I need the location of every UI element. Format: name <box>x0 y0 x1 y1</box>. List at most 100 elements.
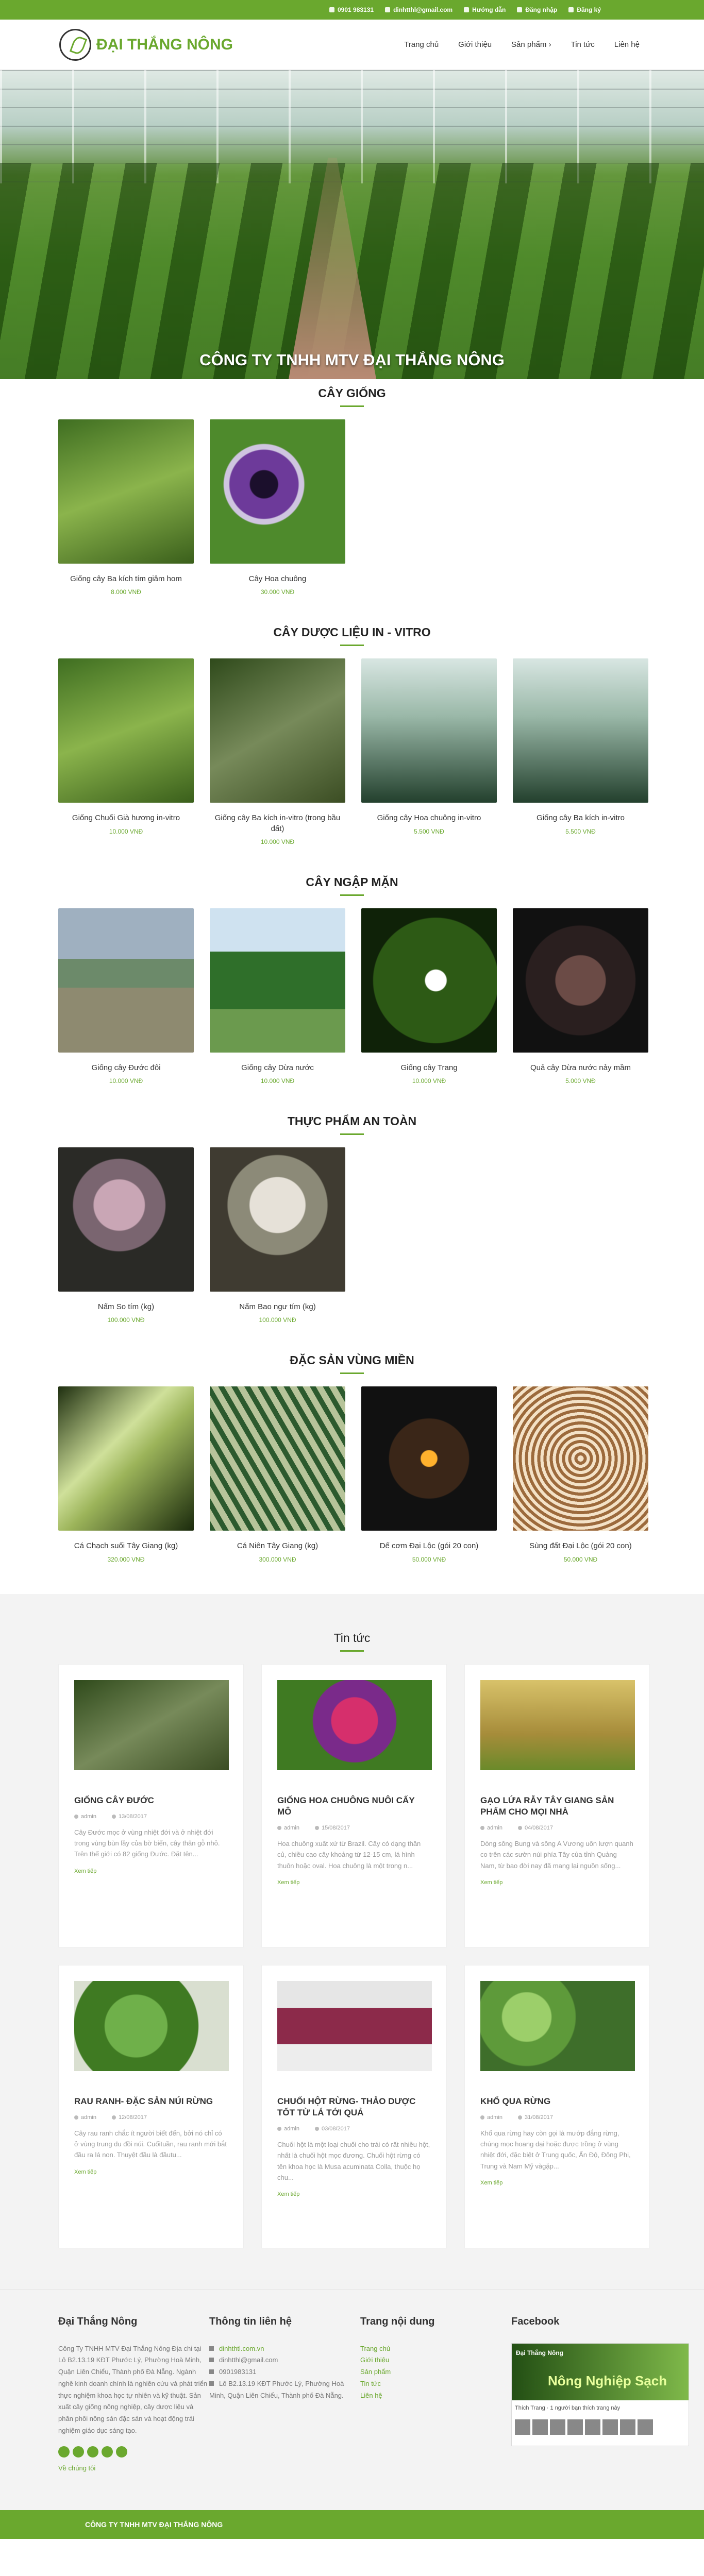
product-name[interactable]: Giống cây Đước đôi <box>58 1063 194 1073</box>
news-card[interactable]: KHỔ QUA RỪNG admin 31/08/2017 Khổ qua rừng … <box>464 1964 650 2248</box>
product-name[interactable]: Cá Niên Tây Giang (kg) <box>210 1541 345 1551</box>
product-image[interactable] <box>210 908 345 1053</box>
product-card[interactable]: Giống cây Đước đôi 10.000 VNĐ <box>58 908 194 1084</box>
product-name[interactable]: Nấm Bao ngư tím (kg) <box>210 1302 345 1312</box>
read-more-link[interactable]: Xem tiếp <box>480 2180 634 2186</box>
email-info[interactable]: dinhtthl@gmail.com <box>385 6 452 13</box>
news-title[interactable]: KHỔ QUA RỪNG <box>480 2096 634 2107</box>
product-card[interactable]: Cá Chạch suối Tây Giang (kg) 320.000 VNĐ <box>58 1386 194 1563</box>
product-card[interactable]: Sùng đất Đại Lộc (gói 20 con) 50.000 VNĐ <box>513 1386 648 1563</box>
product-card[interactable]: Cá Niên Tây Giang (kg) 300.000 VNĐ <box>210 1386 345 1563</box>
footer-link-contact[interactable]: Liên hệ <box>360 2390 511 2402</box>
news-title[interactable]: CHUỐI HỘT RỪNG- THẢO DƯỢC TỐT TỪ LÁ TỚI … <box>277 2096 431 2119</box>
news-title[interactable]: GẠO LỨA RẪY TÂY GIANG SẢN PHẨM CHO MỌI N… <box>480 1795 634 1818</box>
news-title[interactable]: GIỐNG CÂY ĐƯỚC <box>74 1795 228 1806</box>
news-card[interactable]: GIỐNG HOA CHUÔNG NUÔI CẤY MÔ admin 15/08/2… <box>261 1664 447 1947</box>
news-card[interactable]: RAU RANH- ĐẶC SẢN NÚI RỪNG admin 12/08/201… <box>58 1964 244 2248</box>
product-name[interactable]: Giống cây Hoa chuông in-vitro <box>361 813 497 823</box>
footer-link-about[interactable]: Giới thiệu <box>360 2354 511 2366</box>
product-name[interactable]: Dế cơm Đại Lộc (gói 20 con) <box>361 1541 497 1551</box>
product-image[interactable] <box>513 908 648 1053</box>
phone-info[interactable]: 0901 983131 <box>329 6 374 13</box>
nav-home[interactable]: Trang chủ <box>404 40 439 49</box>
product-card[interactable]: Giống cây Ba kích tím giâm hom 8.000 VNĐ <box>58 419 194 596</box>
product-image[interactable] <box>513 1386 648 1531</box>
read-more-link[interactable]: Xem tiếp <box>277 1879 431 1886</box>
product-card[interactable]: Nấm Bao ngư tím (kg) 100.000 VNĐ <box>210 1147 345 1324</box>
facebook-like[interactable]: Thích Trang · 1 người bạn thích trang nà… <box>512 2400 689 2416</box>
product-name[interactable]: Cá Chạch suối Tây Giang (kg) <box>58 1541 194 1551</box>
news-image[interactable] <box>277 1980 432 2071</box>
product-card[interactable]: Giống cây Ba kích in-vitro 5.500 VNĐ <box>513 658 648 845</box>
facebook-widget[interactable]: Đại Thắng Nông Nông Nghiệp Sạch Thích Tr… <box>511 2343 689 2446</box>
product-card[interactable]: Giống cây Hoa chuông in-vitro 5.500 VNĐ <box>361 658 497 845</box>
product-card[interactable]: Giống Chuối Già hương in-vitro 10.000 VNĐ <box>58 658 194 845</box>
news-image[interactable] <box>480 1980 635 2071</box>
read-more-link[interactable]: Xem tiếp <box>277 2191 431 2197</box>
product-name[interactable]: Quả cây Dừa nước nảy mầm <box>513 1063 648 1073</box>
footer-link-home[interactable]: Trang chủ <box>360 2343 511 2355</box>
like-button[interactable]: Thích Trang <box>515 2405 545 2411</box>
footer-link-news[interactable]: Tin tức <box>360 2378 511 2390</box>
nav-contact[interactable]: Liên hệ <box>614 40 640 49</box>
product-name[interactable]: Giống cây Ba kích in-vitro <box>513 813 648 823</box>
news-card[interactable]: GẠO LỨA RẪY TÂY GIANG SẢN PHẨM CHO MỌI N… <box>464 1664 650 1947</box>
news-title[interactable]: RAU RANH- ĐẶC SẢN NÚI RỪNG <box>74 2096 228 2107</box>
product-image[interactable] <box>210 419 345 564</box>
news-image[interactable] <box>74 1980 229 2071</box>
product-card[interactable]: Giống cây Trang 10.000 VNĐ <box>361 908 497 1084</box>
contact-phone[interactable]: 0901983131 <box>209 2366 360 2378</box>
nav-about[interactable]: Giới thiệu <box>458 40 492 49</box>
product-card[interactable]: Dế cơm Đại Lộc (gói 20 con) 50.000 VNĐ <box>361 1386 497 1563</box>
product-card[interactable]: Cây Hoa chuông 30.000 VNĐ <box>210 419 345 596</box>
product-name[interactable]: Giống cây Ba kích in-vitro (trong bầu đấ… <box>210 813 345 834</box>
register-link[interactable]: Đăng ký <box>568 6 601 13</box>
product-name[interactable]: Giống cây Dừa nước <box>210 1063 345 1073</box>
news-title[interactable]: GIỐNG HOA CHUÔNG NUÔI CẤY MÔ <box>277 1795 431 1818</box>
nav-products[interactable]: Sản phẩm › <box>511 40 551 49</box>
news-card[interactable]: GIỐNG CÂY ĐƯỚC admin 13/08/2017 Cây Đước mọ… <box>58 1664 244 1947</box>
news-image[interactable] <box>277 1680 432 1770</box>
nav-news[interactable]: Tin tức <box>571 40 595 49</box>
product-image[interactable] <box>58 658 194 803</box>
product-image[interactable] <box>210 1386 345 1531</box>
product-image[interactable] <box>361 908 497 1053</box>
read-more-link[interactable]: Xem tiếp <box>74 1868 228 1874</box>
product-name[interactable]: Cây Hoa chuông <box>210 574 345 584</box>
product-image[interactable] <box>210 1147 345 1292</box>
guide-link[interactable]: Hướng dẫn <box>464 6 506 13</box>
product-name[interactable]: Giống Chuối Già hương in-vitro <box>58 813 194 823</box>
product-name[interactable]: Nấm So tím (kg) <box>58 1302 194 1312</box>
product-image[interactable] <box>58 419 194 564</box>
product-image[interactable] <box>58 908 194 1053</box>
product-card[interactable]: Quả cây Dừa nước nảy mầm 5.000 VNĐ <box>513 908 648 1084</box>
contact-email[interactable]: dinhtthl@gmail.com <box>209 2354 360 2366</box>
product-card[interactable]: Giống cây Ba kích in-vitro (trong bầu đấ… <box>210 658 345 845</box>
product-image[interactable] <box>513 658 648 803</box>
google-plus-icon[interactable] <box>87 2446 98 2458</box>
youtube-icon[interactable] <box>102 2446 113 2458</box>
logo[interactable]: ĐẠI THẮNG NÔNG <box>59 28 233 61</box>
about-link[interactable]: Về chúng tôi <box>58 2463 209 2475</box>
product-image[interactable] <box>58 1386 194 1531</box>
twitter-icon[interactable] <box>73 2446 84 2458</box>
product-image[interactable] <box>361 658 497 803</box>
news-image[interactable] <box>74 1680 229 1770</box>
product-image[interactable] <box>210 658 345 803</box>
product-card[interactable]: Giống cây Dừa nước 10.000 VNĐ <box>210 908 345 1084</box>
contact-web[interactable]: dinhthtl.com.vn <box>209 2343 360 2355</box>
product-name[interactable]: Sùng đất Đại Lộc (gói 20 con) <box>513 1541 648 1551</box>
footer-link-products[interactable]: Sản phẩm <box>360 2366 511 2378</box>
product-name[interactable]: Giống cây Trang <box>361 1063 497 1073</box>
product-image[interactable] <box>58 1147 194 1292</box>
product-card[interactable]: Nấm So tím (kg) 100.000 VNĐ <box>58 1147 194 1324</box>
news-image[interactable] <box>480 1680 635 1770</box>
news-card[interactable]: CHUỐI HỘT RỪNG- THẢO DƯỢC TỐT TỪ LÁ TỚI … <box>261 1964 447 2248</box>
rss-icon[interactable] <box>116 2446 127 2458</box>
read-more-link[interactable]: Xem tiếp <box>480 1879 634 1886</box>
read-more-link[interactable]: Xem tiếp <box>74 2169 228 2175</box>
facebook-icon[interactable] <box>58 2446 70 2458</box>
product-name[interactable]: Giống cây Ba kích tím giâm hom <box>58 574 194 584</box>
product-image[interactable] <box>361 1386 497 1531</box>
login-link[interactable]: Đăng nhập <box>517 6 557 13</box>
